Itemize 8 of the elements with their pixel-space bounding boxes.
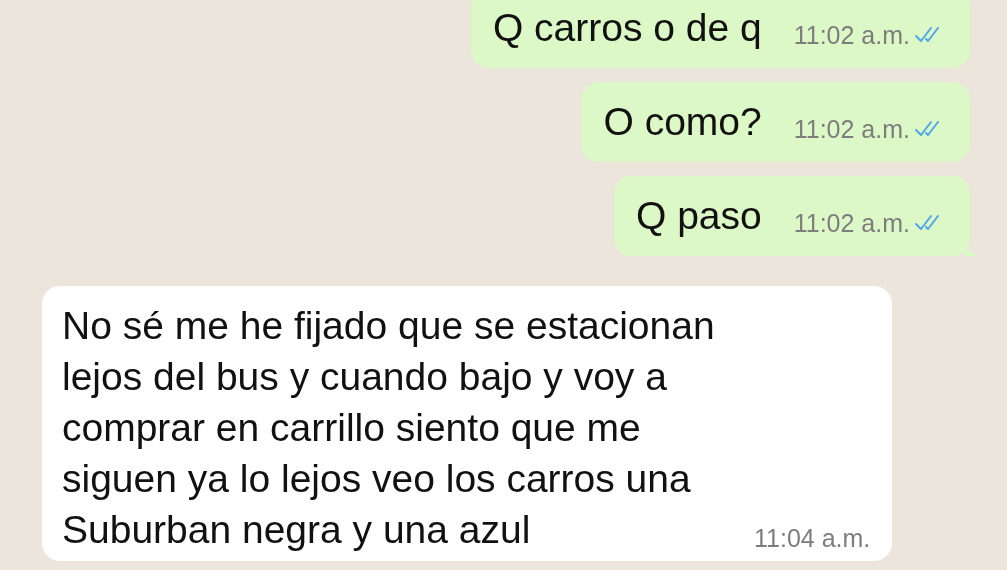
message-text: O como? <box>603 100 762 144</box>
message-time: 11:04 a.m. <box>754 524 871 553</box>
message-text: Q paso <box>635 194 762 238</box>
message-time: 11:02 a.m. <box>793 20 910 50</box>
message-time: 11:02 a.m. <box>793 114 910 144</box>
message-text: No sé me he fijado que se estacionan lejos del bus y cuando bajo y voy a comprar en carrillo siento que me siguen ya lo lejos veo los carros una Suburban negra y una azul <box>62 303 716 553</box>
message-time: 11:02 a.m. <box>793 208 910 238</box>
message-text: Q carros o de q <box>492 6 762 50</box>
